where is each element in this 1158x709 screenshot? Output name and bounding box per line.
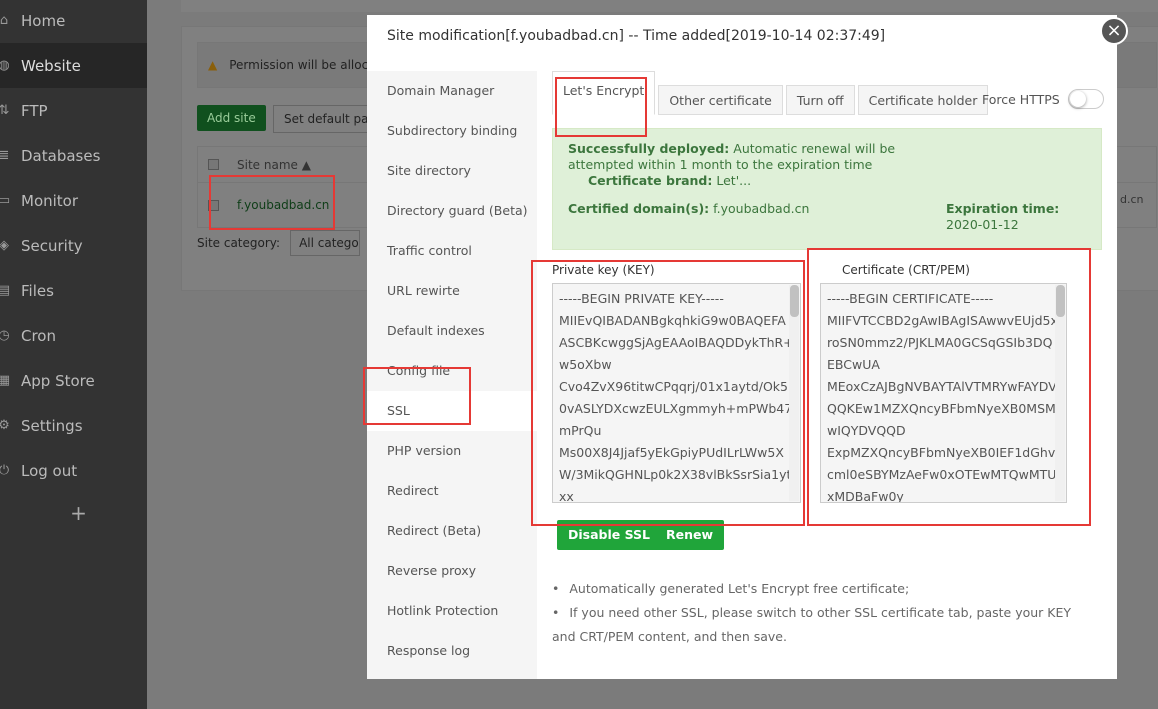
sidebar-item-website[interactable]: ◍ Website bbox=[0, 43, 147, 88]
force-https: Force HTTPS bbox=[982, 89, 1104, 109]
ssl-notes: Automatically generated Let's Encrypt fr… bbox=[552, 577, 1072, 649]
clock-icon: ◷ bbox=[0, 328, 10, 343]
sidebar-item-security[interactable]: ◈ Security bbox=[0, 223, 147, 268]
tab-other-certificate[interactable]: Other certificate bbox=[658, 85, 783, 115]
tab-turn-off[interactable]: Turn off bbox=[785, 85, 855, 115]
column-site-name[interactable]: Site name ▲ bbox=[237, 158, 311, 172]
site-category: Site category: All categor bbox=[197, 229, 361, 257]
modal-title: Site modification[f.youbadbad.cn] -- Tim… bbox=[387, 28, 886, 44]
add-icon[interactable]: + bbox=[0, 501, 147, 525]
home-icon: ⌂ bbox=[0, 13, 9, 28]
menu-traffic-control[interactable]: Traffic control bbox=[367, 231, 537, 271]
sidebar-item-databases[interactable]: ≣ Databases bbox=[0, 133, 147, 178]
menu-directory-guard[interactable]: Directory guard (Beta) bbox=[367, 191, 537, 231]
sidebar: ⌂ Home ◍ Website ⇅ FTP ≣ Databases ▭ Monitor … bbox=[0, 0, 147, 709]
warning-icon: ▲ bbox=[208, 58, 218, 72]
monitor-icon: ▭ bbox=[0, 193, 11, 208]
menu-default-indexes[interactable]: Default indexes bbox=[367, 311, 537, 351]
menu-url-rewrite[interactable]: URL rewirte bbox=[367, 271, 537, 311]
sidebar-item-app-store[interactable]: ▦ App Store bbox=[0, 358, 147, 403]
set-default-page-button[interactable]: Set default pag bbox=[273, 105, 373, 133]
select-all-checkbox[interactable] bbox=[208, 159, 219, 170]
site-category-select[interactable]: All categor bbox=[290, 230, 361, 256]
force-https-toggle[interactable] bbox=[1067, 89, 1104, 109]
ftp-icon: ⇅ bbox=[0, 103, 10, 118]
shield-icon: ◈ bbox=[0, 238, 9, 253]
grid-icon: ▦ bbox=[0, 373, 11, 388]
sidebar-item-monitor[interactable]: ▭ Monitor bbox=[0, 178, 147, 223]
close-modal-button[interactable]: × bbox=[1100, 17, 1128, 45]
menu-subdirectory-binding[interactable]: Subdirectory binding bbox=[367, 111, 537, 151]
note-item: Automatically generated Let's Encrypt fr… bbox=[552, 577, 1072, 601]
menu-domain-manager[interactable]: Domain Manager bbox=[367, 71, 537, 111]
sidebar-item-cron[interactable]: ◷ Cron bbox=[0, 313, 147, 358]
sidebar-item-home[interactable]: ⌂ Home bbox=[0, 0, 147, 43]
highlight-box bbox=[363, 367, 471, 425]
highlight-box bbox=[807, 248, 1091, 526]
gear-icon: ⚙ bbox=[0, 418, 10, 433]
highlight-box bbox=[555, 77, 647, 137]
database-icon: ≣ bbox=[0, 148, 10, 163]
ssl-status-alert: Successfully deployed: Automatic renewal… bbox=[552, 128, 1102, 250]
site-text-right: d.cn bbox=[1120, 193, 1144, 206]
menu-php-version[interactable]: PHP version bbox=[367, 431, 537, 471]
highlight-box bbox=[209, 175, 335, 230]
note-item: If you need other SSL, please switch to … bbox=[552, 601, 1072, 649]
globe-icon: ◍ bbox=[0, 58, 10, 73]
sidebar-item-ftp[interactable]: ⇅ FTP bbox=[0, 88, 147, 133]
sidebar-item-files[interactable]: ▤ Files bbox=[0, 268, 147, 313]
sidebar-item-logout[interactable]: ⏻ Log out bbox=[0, 448, 147, 493]
sidebar-item-settings[interactable]: ⚙ Settings bbox=[0, 403, 147, 448]
menu-redirect[interactable]: Redirect bbox=[367, 471, 537, 511]
folder-icon: ▤ bbox=[0, 283, 11, 298]
menu-redirect-beta[interactable]: Redirect (Beta) bbox=[367, 511, 537, 551]
highlight-box bbox=[531, 260, 805, 526]
logout-icon: ⏻ bbox=[0, 463, 10, 478]
tab-certificate-holder[interactable]: Certificate holder bbox=[857, 85, 989, 115]
menu-hotlink-protection[interactable]: Hotlink Protection bbox=[367, 591, 537, 631]
menu-reverse-proxy[interactable]: Reverse proxy bbox=[367, 551, 537, 591]
menu-site-directory[interactable]: Site directory bbox=[367, 151, 537, 191]
add-site-button[interactable]: Add site bbox=[197, 105, 266, 131]
menu-response-log[interactable]: Response log bbox=[367, 631, 537, 671]
